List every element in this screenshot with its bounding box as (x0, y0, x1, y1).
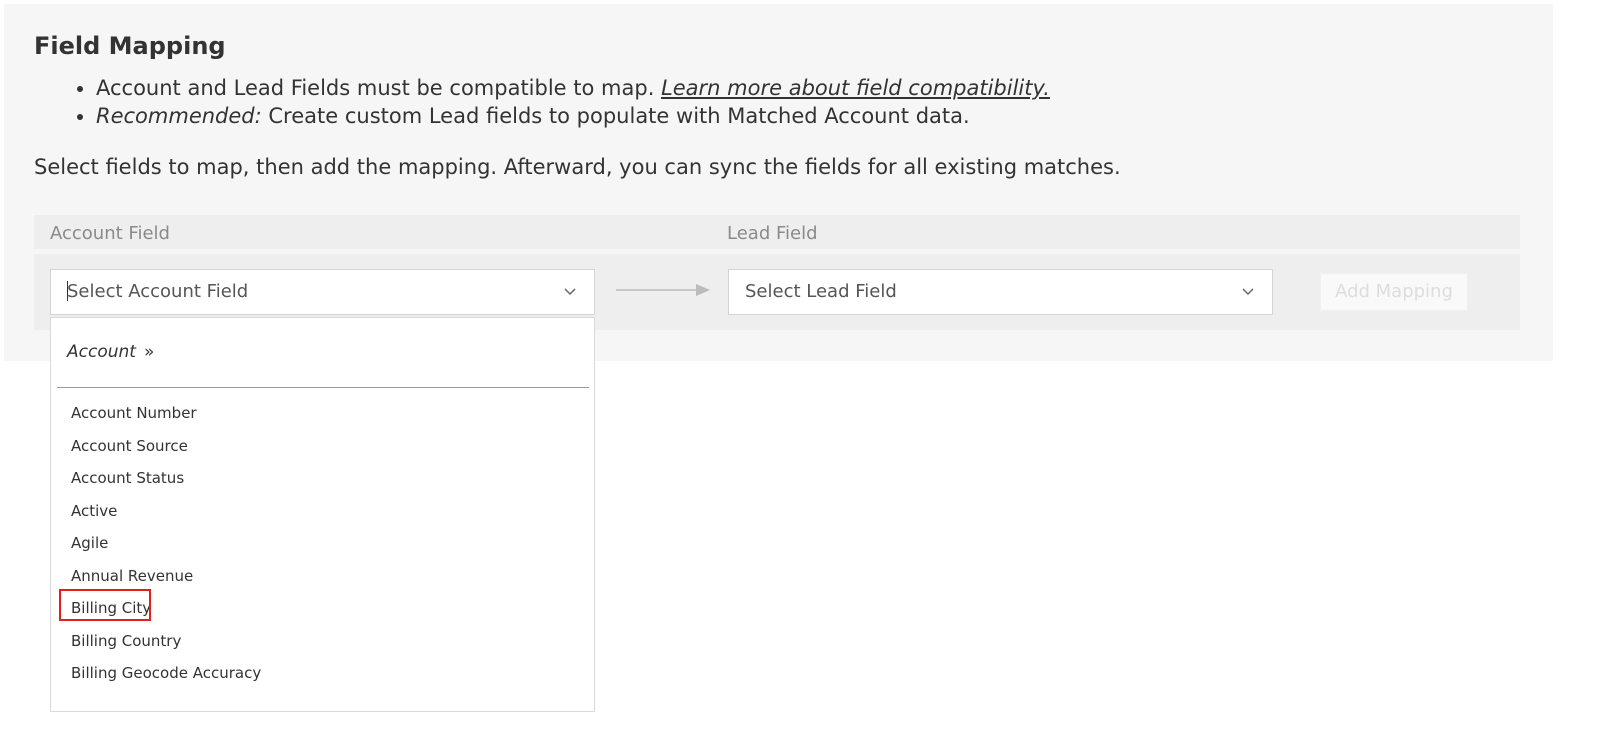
account-field-select-value[interactable]: Select Account Field (67, 281, 248, 302)
dropdown-breadcrumb[interactable]: Account » (67, 342, 154, 362)
dropdown-option-account-status[interactable]: Account Status (51, 466, 594, 499)
lead-field-select[interactable]: Select Lead Field (728, 269, 1273, 315)
breadcrumb-account[interactable]: Account (67, 342, 136, 362)
dropdown-options-list: Account Number Account Source Account St… (51, 401, 594, 694)
lead-field-column-label: Lead Field (727, 223, 818, 244)
field-compatibility-link[interactable]: Learn more about field compatibility. (661, 76, 1050, 100)
account-field-placeholder: Select Account Field (67, 281, 249, 302)
dropdown-option-annual-revenue[interactable]: Annual Revenue (51, 564, 594, 597)
info-bullets: Account and Lead Fields must be compatib… (72, 74, 1050, 130)
account-field-column-label: Account Field (50, 223, 170, 244)
dropdown-option-account-number[interactable]: Account Number (51, 401, 594, 434)
page-title: Field Mapping (34, 32, 226, 60)
dropdown-option-agile[interactable]: Agile (51, 531, 594, 564)
dropdown-divider (57, 387, 589, 388)
add-mapping-button[interactable]: Add Mapping (1320, 273, 1468, 311)
chevron-down-icon[interactable] (1240, 284, 1256, 300)
breadcrumb-separator: » (143, 342, 155, 362)
dropdown-option-billing-city[interactable]: Billing City (51, 596, 594, 629)
lead-field-placeholder: Select Lead Field (745, 281, 897, 302)
arrow-right-icon (616, 284, 710, 296)
dropdown-option-billing-geocode-accuracy[interactable]: Billing Geocode Accuracy (51, 661, 594, 694)
chevron-down-icon[interactable] (562, 284, 578, 300)
compatibility-bullet: Account and Lead Fields must be compatib… (96, 74, 1050, 102)
recommendation-text: Create custom Lead fields to populate wi… (268, 104, 970, 128)
account-field-select[interactable]: Select Account Field (50, 269, 595, 315)
dropdown-option-active[interactable]: Active (51, 499, 594, 532)
dropdown-option-billing-country[interactable]: Billing Country (51, 629, 594, 662)
mapping-table-header: Account Field Lead Field (34, 215, 1520, 249)
account-field-dropdown: Account » Account Number Account Source A… (50, 317, 595, 712)
compatibility-text: Account and Lead Fields must be compatib… (96, 76, 655, 100)
recommended-label: Recommended: (96, 104, 262, 128)
instructions-text: Select fields to map, then add the mappi… (34, 155, 1121, 179)
dropdown-option-account-source[interactable]: Account Source (51, 434, 594, 467)
recommendation-bullet: Recommended: Create custom Lead fields t… (96, 102, 1050, 130)
